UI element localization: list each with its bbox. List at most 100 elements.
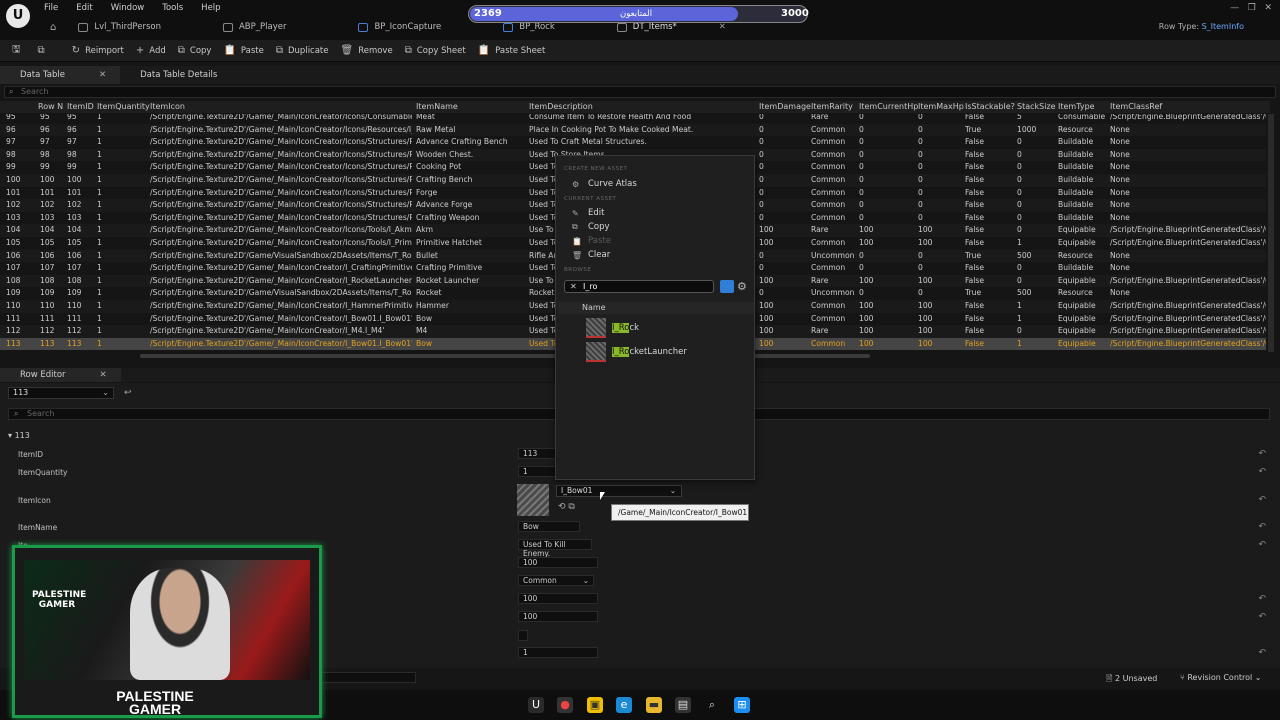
column-header[interactable]: StackSize [1017,102,1056,111]
close-icon[interactable]: ✕ [100,370,107,380]
column-header[interactable]: ItemQuantity [97,102,150,111]
asset-item-rocket-launcher[interactable]: I_Ro cketLauncher [586,342,687,362]
remove-button[interactable]: 🗑 Remove [341,45,393,56]
column-header[interactable]: ItemName [416,102,458,111]
reset-icon[interactable]: ↶ [1258,594,1266,604]
revision-control-menu[interactable]: ⑂ Revision Control ⌄ [1180,673,1262,682]
item-max-hp-field[interactable]: 100 [518,611,598,622]
column-header[interactable]: ItemMaxHp [918,102,964,111]
windows-start-icon[interactable]: ⊞ [734,697,750,713]
vertical-scrollbar[interactable] [1268,114,1274,352]
item-rarity-dropdown[interactable]: Common ⌄ [518,575,594,586]
reimport-button[interactable]: ↻ Reimport [72,45,124,56]
table-row[interactable]: 97 97 97 1/Script/Engine.Texture2D'/Game/_M… [0,136,1266,149]
reset-icon[interactable]: ↶ [1258,495,1266,505]
tab-data-table[interactable]: DT_Items* ✕ [616,22,726,32]
add-button[interactable]: + Add [136,45,166,56]
asset-item-rock[interactable]: I_Ro ck [586,318,639,338]
file-explorer-icon[interactable]: ▬ [646,697,662,713]
tab-blueprint-iconcapture[interactable]: BP_IconCapture [358,22,441,32]
close-icon[interactable]: ✕ [99,70,106,80]
table-search-input[interactable]: ⌕ Search [4,86,1276,98]
unsaved-indicator[interactable]: 🗎 2 Unsaved [1106,673,1157,687]
unreal-logo-icon[interactable]: U [6,4,30,28]
row-group-header[interactable]: ▾ 113 [8,431,30,440]
tab-row-editor[interactable]: Row Editor ✕ [0,368,121,382]
item-icon-thumbnail[interactable] [517,484,549,516]
paste-item: 📋 Paste [572,236,611,246]
asset-list-header[interactable]: Name [558,302,754,314]
unreal-engine-taskbar-icon[interactable]: U [528,697,544,713]
column-header[interactable]: ItemDescription [529,102,593,111]
clear-item[interactable]: 🗑 Clear [572,250,610,260]
browse-asset-icon[interactable]: ⟲ ⧉ [558,502,575,512]
column-header[interactable]: ItemType [1058,102,1095,111]
menu-help[interactable]: Help [201,3,220,13]
item-description-field[interactable]: Used To Kill Enemy. [518,539,592,558]
close-icon[interactable]: ✕ [719,22,726,32]
row-type-link[interactable]: S_ItemInfo [1202,22,1244,31]
paste-button[interactable]: 📋 Paste [223,45,263,56]
is-stackable-checkbox[interactable] [518,630,528,641]
edit-item[interactable]: ✎ Edit [572,208,604,218]
column-header[interactable]: ItemID [67,102,94,111]
back-arrow-icon[interactable]: ↩ [124,388,132,398]
reset-icon[interactable]: ↶ [1258,449,1266,459]
clear-search-icon[interactable]: ✕ [570,281,577,292]
menu-tools[interactable]: Tools [162,3,183,13]
asset-search-input[interactable]: ✕ I_ro [564,280,714,293]
settings-gear-icon[interactable]: ⚙ [737,280,747,293]
reset-icon[interactable]: ↶ [1258,648,1266,658]
column-header[interactable]: ItemIcon [150,102,185,111]
app-taskbar-icon[interactable]: ● [557,697,573,713]
tab-anim-blueprint[interactable]: ABP_Player [222,22,286,32]
column-header[interactable]: ItemDamage [759,102,811,111]
menu-file[interactable]: File [44,3,58,13]
taskview-icon[interactable]: ▤ [675,697,691,713]
tab-data-table-panel[interactable]: Data Table ✕ [0,66,121,84]
home-tab[interactable]: ⌂ [50,22,56,33]
stack-size-field[interactable]: 1 [518,647,598,658]
reset-icon[interactable]: ↶ [1258,467,1266,477]
table-row[interactable]: 96 96 96 1/Script/Engine.Texture2D'/Game/_M… [0,123,1266,137]
reset-icon[interactable]: ↶ [1258,612,1266,622]
table-cell: None [1110,162,1130,172]
folder-icon[interactable] [720,280,734,293]
duplicate-button[interactable]: ⧉ Duplicate [276,45,329,56]
item-damage-field[interactable]: 100 [518,557,598,568]
row-index: 100 [6,175,21,184]
menu-window[interactable]: Window [111,3,145,13]
table-cell: Buildable [1058,162,1094,172]
column-header[interactable]: IsStackable? [965,102,1015,111]
window-controls[interactable]: — ❐ ✕ [1230,3,1272,13]
store-taskbar-icon[interactable]: ▣ [587,697,603,713]
paste-sheet-button[interactable]: 📋 Paste Sheet [478,45,546,56]
column-header[interactable]: ItemCurrentHp [859,102,918,111]
column-header[interactable]: Row N [38,102,63,111]
row-select-dropdown[interactable]: 113 ⌄ [8,387,114,399]
item-icon-asset-dropdown[interactable]: I_Bow01 ⌄ [556,485,682,497]
browse-button[interactable]: ⧉ [38,45,50,56]
item-name-field[interactable]: Bow [518,521,580,532]
tab-blueprint-rock[interactable]: BP_Rock [503,22,555,32]
column-header[interactable]: ItemRarity [811,102,853,111]
item-quantity-field[interactable]: 1 [518,466,558,477]
curve-atlas-item[interactable]: ⚙ Curve Atlas [572,179,637,189]
edge-browser-icon[interactable]: e [616,697,632,713]
horizontal-scrollbar[interactable] [140,354,870,358]
search-icon[interactable]: ⌕ [704,697,720,713]
copy-button[interactable]: ⧉ Copy [178,45,212,56]
copy-item[interactable]: ⧉ Copy [572,222,610,232]
item-id-field[interactable]: 113 [518,448,558,459]
tab-level[interactable]: Lvl_ThirdPerson [78,22,161,32]
column-header[interactable]: ItemClassRef [1110,102,1162,111]
save-button[interactable]: 🖫 [12,42,26,59]
reset-icon[interactable]: ↶ [1258,540,1266,550]
reset-icon[interactable]: ↶ [1258,522,1266,532]
item-current-hp-field[interactable]: 100 [518,593,598,604]
copy-sheet-button[interactable]: ⧉ Copy Sheet [405,45,466,56]
menu-edit[interactable]: Edit [76,3,92,13]
table-row[interactable]: 95 95 95 1/Script/Engine.Texture2D'/Game/_M… [0,114,1266,124]
console-input[interactable] [320,672,416,683]
tab-data-table-details[interactable]: Data Table Details [120,66,231,84]
